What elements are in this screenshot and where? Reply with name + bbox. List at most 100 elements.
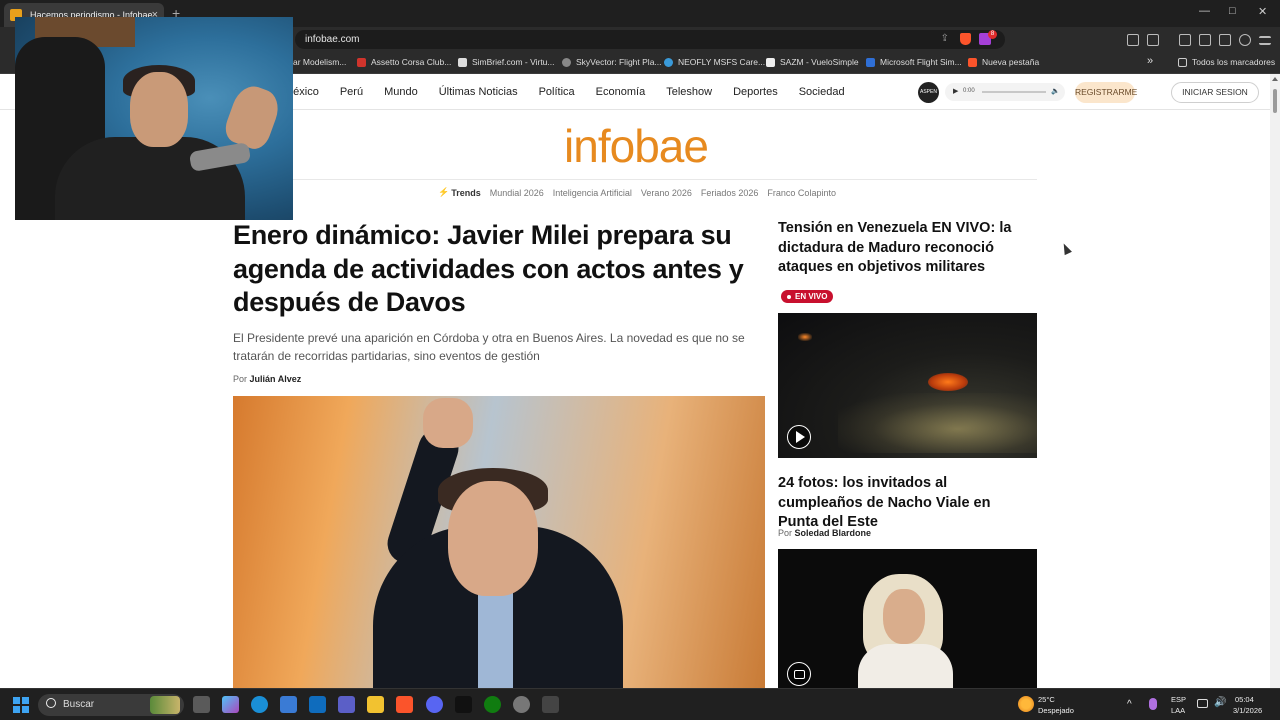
app-icon[interactable] [542,696,559,713]
volume-icon[interactable]: 🔈 [1051,87,1060,95]
trend-link[interactable]: Mundial 2026 [490,188,544,198]
search-highlight-image [150,696,180,714]
login-button[interactable]: INICIAR SESION [1171,82,1259,103]
assetto-corsa-icon [357,57,366,67]
nav-link[interactable]: Perú [340,86,363,98]
edge-icon[interactable] [251,696,268,713]
nav-link[interactable]: Últimas Noticias [439,86,518,98]
brave-taskbar-icon[interactable] [396,696,413,713]
windows-start-icon[interactable] [13,697,29,713]
register-button[interactable]: REGISTRARME [1075,82,1137,103]
trend-link[interactable]: Franco Colapinto [767,188,836,198]
main-story-image[interactable] [233,396,765,688]
nav-link[interactable]: Deportes [733,86,778,98]
divider [233,179,1037,180]
vpn-icon[interactable] [1239,34,1251,46]
all-bookmarks-folder[interactable]: Todos los marcadores [1178,57,1275,67]
play-video-icon[interactable] [787,425,811,449]
nav-link[interactable]: Mundo [384,86,418,98]
simbrief-icon [458,57,467,67]
search-icon [46,698,56,708]
bookmark-item[interactable]: SimBrief.com - Virtu... [458,57,555,67]
task-view-icon[interactable] [193,696,210,713]
reading-list-icon[interactable] [1199,34,1211,46]
store-icon[interactable] [280,696,297,713]
clock-time[interactable]: 05:04 [1235,695,1254,704]
weather-icon[interactable] [1018,696,1034,712]
trend-link[interactable]: Verano 2026 [641,188,692,198]
bookmark-item[interactable]: Assetto Corsa Club... [357,57,451,67]
main-byline: Por Julián Alvez [233,374,302,384]
trend-link[interactable]: Inteligencia Artificial [553,188,632,198]
taskbar-search[interactable]: Buscar [38,694,184,716]
player-time: 0:00 [963,88,975,94]
search-label: Buscar [63,699,95,710]
rewards-badge: 8 [988,30,997,39]
close-window-button[interactable]: ✕ [1258,5,1267,18]
msfs-icon [866,57,875,67]
sidebar-icon[interactable] [1179,34,1191,46]
chevron-up-icon[interactable]: ^ [1127,699,1132,710]
aspen-radio-logo[interactable]: ASPEN [918,82,939,103]
trend-link[interactable]: Feriados 2026 [701,188,759,198]
wallet-icon[interactable] [1147,34,1159,46]
side-story-headline[interactable]: Tensión en Venezuela EN VIVO: la dictadu… [778,219,1033,278]
sazm-icon [766,57,775,67]
folder-icon [1178,57,1187,67]
nav-link[interactable]: Economía [596,86,646,98]
brave-icon [968,57,977,67]
scroll-up-icon[interactable] [1272,77,1278,81]
bookmark-item[interactable]: SkyVector: Flight Pla... [562,57,662,67]
outlook-icon[interactable] [309,696,326,713]
url-text[interactable]: infobae.com [305,34,359,45]
webcam-overlay [15,17,293,220]
file-explorer-icon[interactable] [367,696,384,713]
more-bookmarks-icon[interactable]: » [1147,55,1153,67]
scroll-thumb[interactable] [1273,89,1277,113]
language-secondary[interactable]: LAA [1171,706,1185,715]
bookmark-item[interactable]: SAZM - VueloSimple [766,57,859,67]
minimize-button[interactable]: — [1199,5,1210,17]
bookmark-item[interactable]: Microsoft Flight Sim... [866,57,962,67]
bookmark-item[interactable]: ar Modelism... [293,57,346,67]
side-story-gallery-image[interactable] [778,549,1037,688]
trends-bar: ⚡ Trends Mundial 2026 Inteligencia Artif… [438,187,845,198]
trends-label: Trends [451,187,481,198]
weather-temp: 25°C [1038,695,1055,704]
network-icon[interactable] [1197,699,1208,708]
player-progress-bar[interactable] [982,91,1046,93]
infobae-logo[interactable]: infobae [546,120,726,172]
nav-link[interactable]: Sociedad [799,86,845,98]
share-icon[interactable]: ⇪ [941,33,949,44]
side-story-headline[interactable]: 24 fotos: los invitados al cumpleaños de… [778,474,1033,533]
author-link[interactable]: Soledad Blardone [795,528,872,538]
page-scrollbar[interactable] [1270,74,1280,688]
bolt-icon: ⚡ [438,187,450,197]
volume-tray-icon[interactable]: 🔊 [1214,697,1226,708]
leo-ai-icon[interactable] [1219,34,1231,46]
side-byline: Por Soledad Blardone [778,528,872,538]
microphone-icon[interactable] [1149,698,1157,710]
copilot-icon[interactable] [222,696,239,713]
main-headline[interactable]: Enero dinámico: Javier Milei prepara su … [233,219,763,320]
xbox-icon[interactable] [484,696,501,713]
discord-icon[interactable] [426,696,443,713]
side-story-video[interactable] [778,313,1037,458]
clock-date[interactable]: 3/1/2026 [1233,706,1262,715]
brave-shields-icon[interactable] [960,33,971,45]
language-primary[interactable]: ESP [1171,695,1186,704]
teams-icon[interactable] [338,696,355,713]
audio-player: ▶ 0:00 🔈 [945,83,1065,101]
nav-link[interactable]: Política [539,86,575,98]
menu-icon[interactable] [1259,36,1271,45]
address-bar[interactable]: infobae.com ⇪ 8 [295,30,1005,49]
capcut-icon[interactable] [455,696,472,713]
author-link[interactable]: Julián Alvez [250,374,302,384]
bookmark-item[interactable]: NEOFLY MSFS Care... [664,57,765,67]
extensions-icon[interactable] [1127,34,1139,46]
play-icon[interactable]: ▶ [953,87,958,95]
nav-link[interactable]: Teleshow [666,86,712,98]
steam-icon[interactable] [513,696,530,713]
bookmark-item[interactable]: Nueva pestaña [968,57,1039,67]
maximize-button[interactable]: □ [1229,5,1236,17]
